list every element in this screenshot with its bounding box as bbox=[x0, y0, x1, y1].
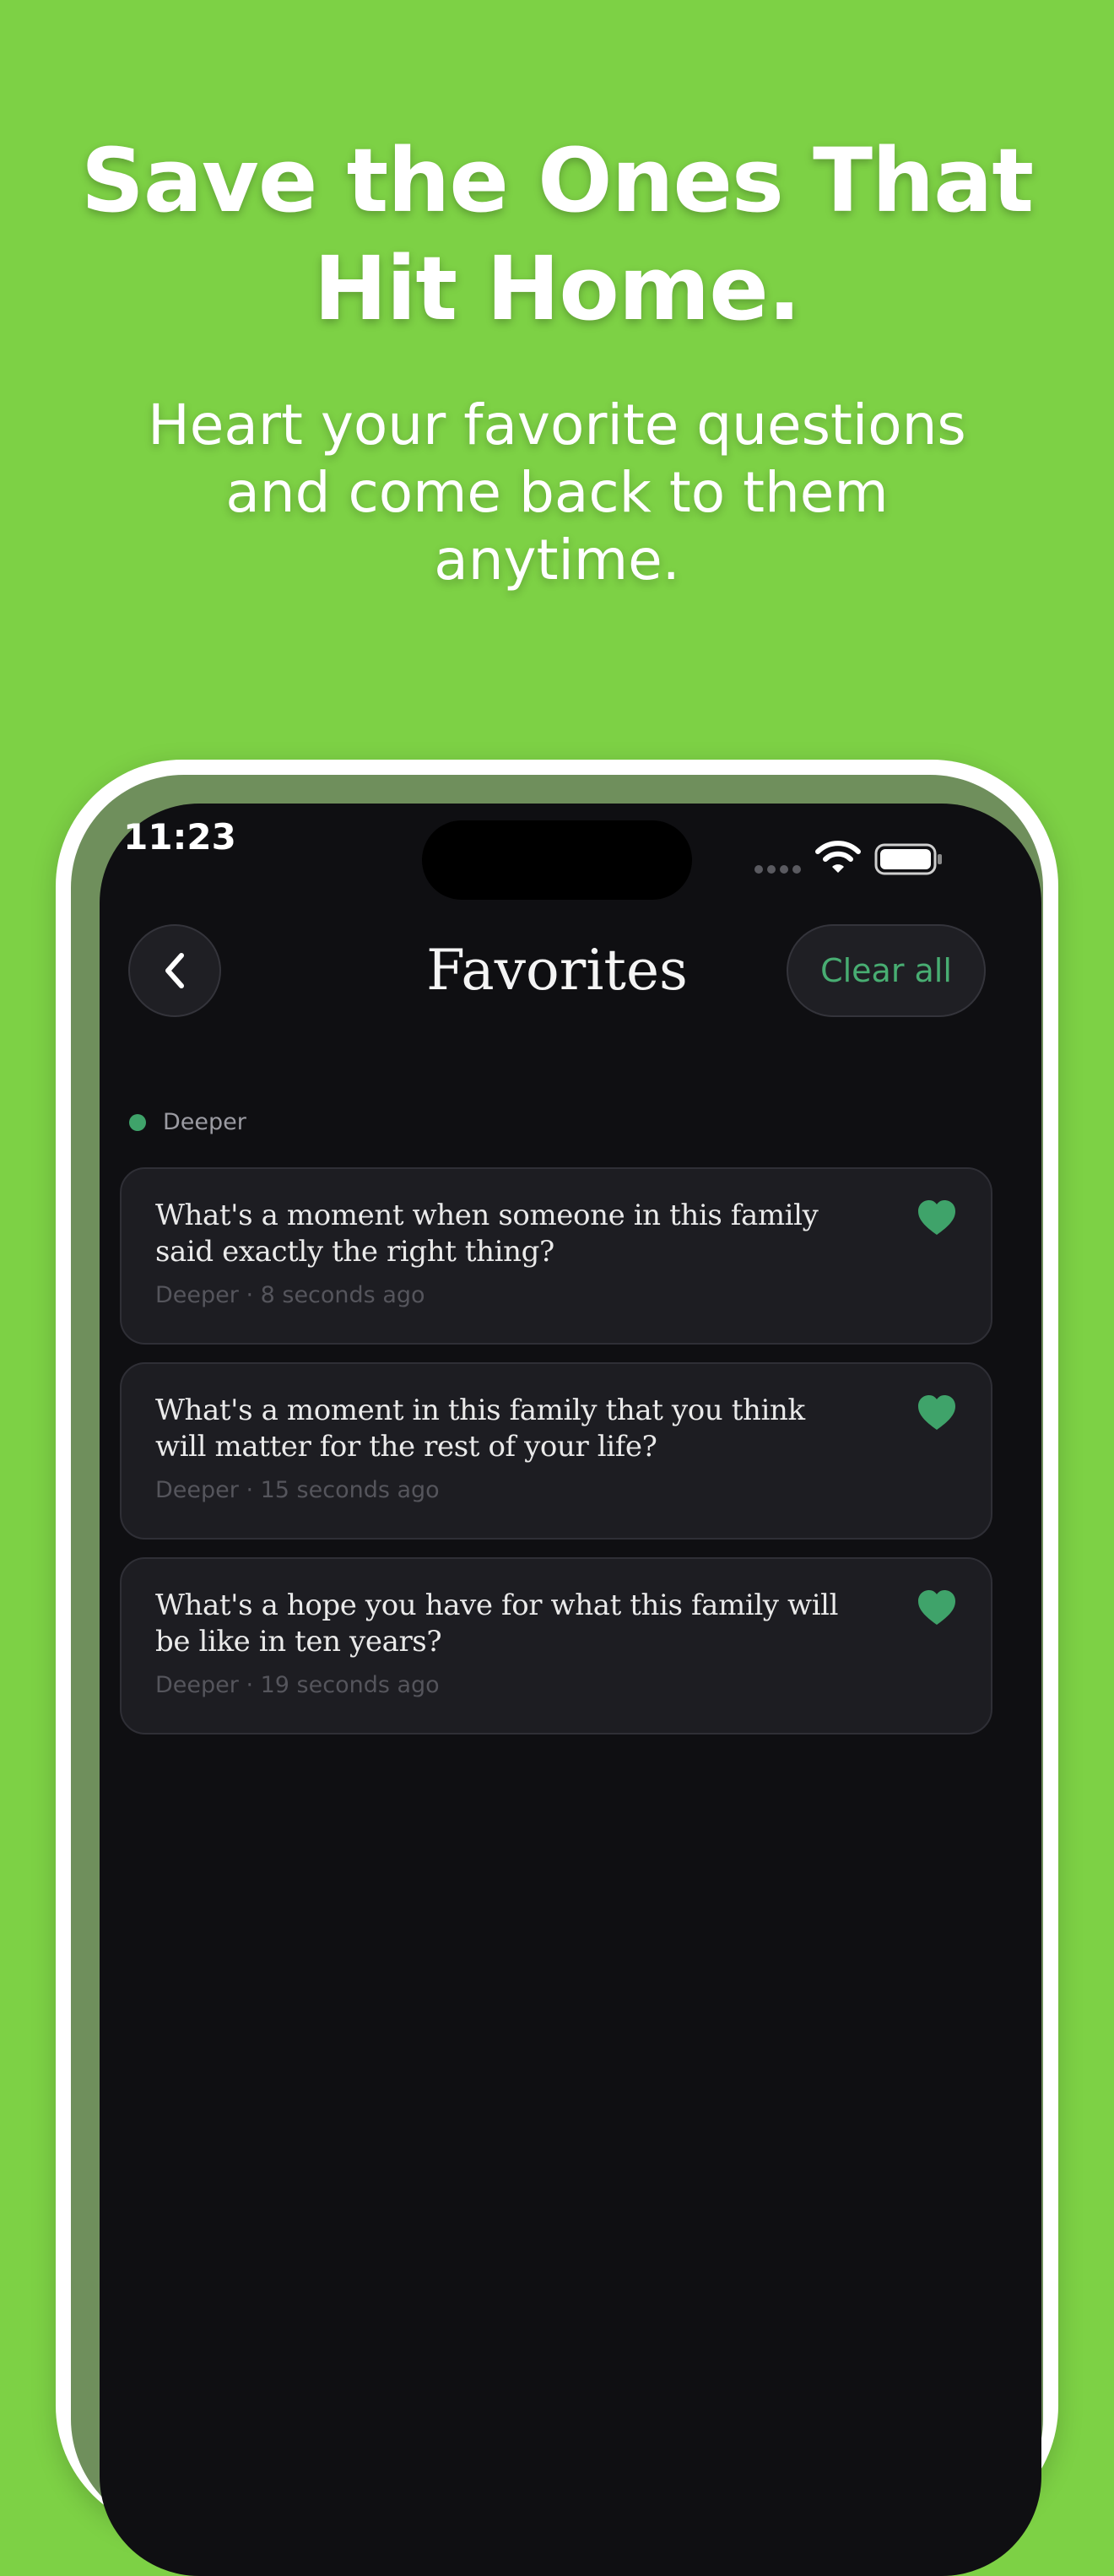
card-question: What's a moment in this family that you … bbox=[155, 1394, 805, 1464]
card-question: What's a moment when someone in this fam… bbox=[155, 1199, 819, 1269]
promo-title: Save the Ones That Hit Home. bbox=[80, 129, 1034, 340]
favorite-card[interactable]: What's a hope you have for what this fam… bbox=[120, 1557, 992, 1734]
wifi-icon bbox=[815, 841, 861, 873]
heart-icon[interactable] bbox=[917, 1199, 957, 1237]
promo-subtitle: Heart your favorite questions and come ba… bbox=[148, 392, 966, 593]
favorite-card[interactable]: What's a moment in this family that you … bbox=[120, 1362, 992, 1540]
signal-icon bbox=[754, 865, 801, 874]
dynamic-island bbox=[422, 820, 692, 900]
back-button[interactable] bbox=[128, 924, 221, 1017]
favorite-card[interactable]: What's a moment when someone in this fam… bbox=[120, 1167, 992, 1345]
section-dot bbox=[129, 1114, 146, 1131]
card-meta: Deeper · 15 seconds ago bbox=[155, 1477, 440, 1503]
battery-icon bbox=[874, 843, 942, 875]
card-question: What's a hope you have for what this fam… bbox=[155, 1588, 839, 1659]
section-label: Deeper bbox=[163, 1109, 246, 1135]
heart-icon[interactable] bbox=[917, 1589, 957, 1626]
card-meta: Deeper · 19 seconds ago bbox=[155, 1672, 440, 1698]
status-time: 11:23 bbox=[123, 816, 236, 858]
clear-all-button[interactable]: Clear all bbox=[787, 924, 986, 1017]
chevron-left-icon bbox=[165, 953, 184, 988]
card-meta: Deeper · 8 seconds ago bbox=[155, 1282, 425, 1308]
heart-icon[interactable] bbox=[917, 1394, 957, 1431]
page-title: Favorites bbox=[426, 938, 688, 1003]
